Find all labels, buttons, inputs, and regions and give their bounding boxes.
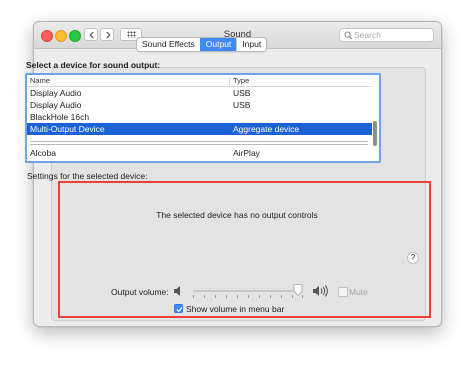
annotation-highlight-box [58,181,431,318]
tab-sound-effects[interactable]: Sound Effects [137,38,200,51]
table-row[interactable]: Alcoba AirPlay [27,147,372,159]
settings-heading: Settings for the selected device: [27,171,148,181]
table-row-selected[interactable]: Multi-Output Device Aggregate device [27,123,372,135]
search-field[interactable] [339,28,434,42]
row-name: Alcoba [30,148,56,158]
row-name: Display Audio [30,100,82,110]
tab-input[interactable]: Input [236,38,266,51]
row-type: AirPlay [233,148,260,158]
row-name: BlackHole 16ch [30,112,90,122]
row-name: Multi-Output Device [30,124,105,134]
column-header-name[interactable]: Name [30,76,50,85]
column-separator [229,77,230,85]
list-divider [30,141,368,142]
search-icon [344,31,353,40]
tab-output[interactable]: Output [199,38,237,51]
row-type: USB [233,88,251,98]
row-type: USB [233,100,251,110]
output-device-table[interactable]: Name Type Display Audio USB Display Audi… [25,73,381,163]
row-name: Display Audio [30,88,82,98]
search-input[interactable] [354,29,430,41]
table-row[interactable]: BlackHole 16ch [27,111,372,123]
output-device-heading: Select a device for sound output: [26,60,161,70]
vertical-scrollbar[interactable] [372,87,379,159]
tab-bar: Sound Effects Output Input [136,37,268,52]
list-divider [30,144,368,145]
table-row[interactable]: Display Audio USB [27,99,372,111]
table-header: Name Type [27,75,372,87]
row-type: Aggregate device [233,124,300,134]
scrollbar-thumb[interactable] [373,121,377,146]
table-row[interactable]: Display Audio USB [27,87,372,99]
column-header-type[interactable]: Type [233,76,249,85]
